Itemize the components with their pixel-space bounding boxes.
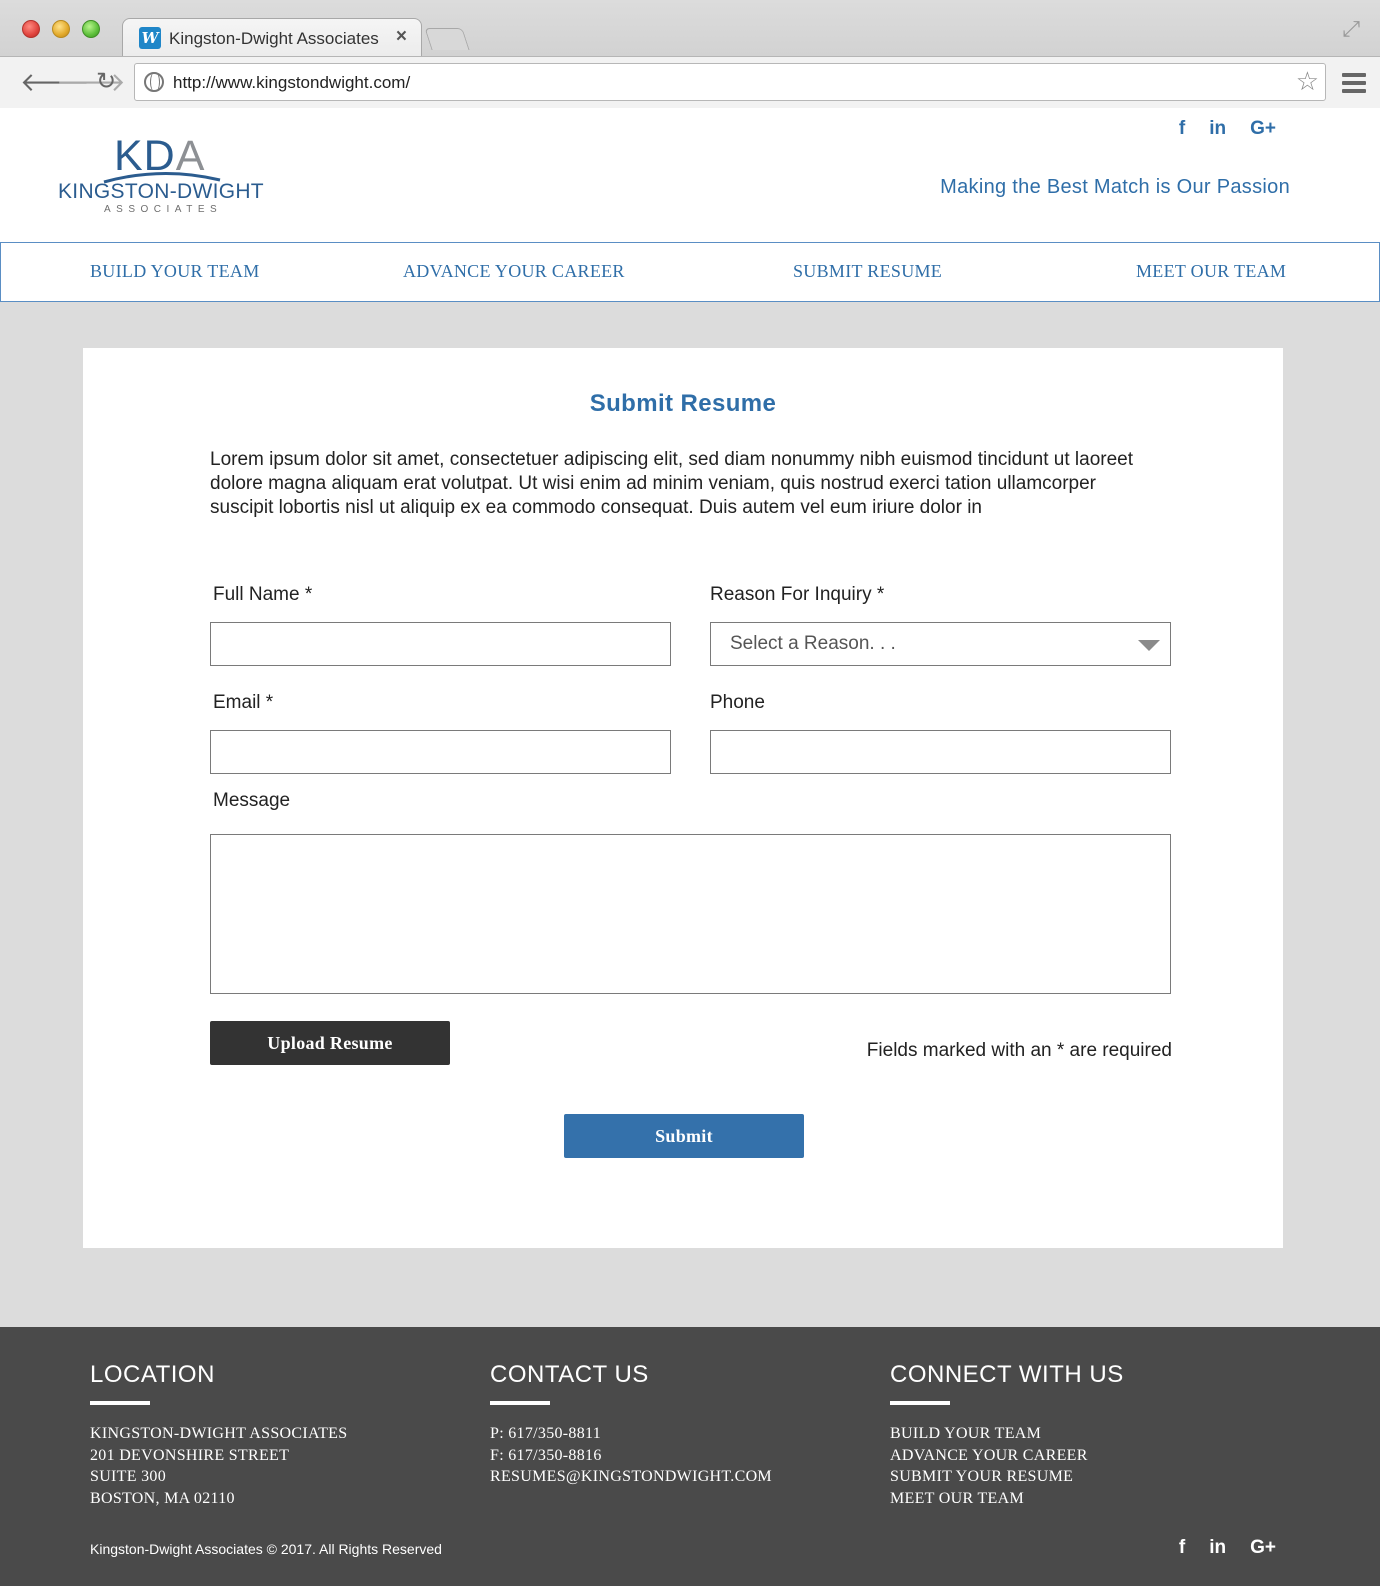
address-line: SUITE 300: [90, 1468, 167, 1485]
message-label: Message: [213, 790, 291, 811]
address-line: BOSTON, MA 02110: [90, 1489, 235, 1507]
footer-social-links: f in G+: [1179, 1537, 1276, 1559]
email-input[interactable]: [211, 731, 670, 773]
connect-heading: CONNECT WITH US: [890, 1361, 1124, 1388]
heading-divider: [90, 1401, 150, 1405]
favicon-icon: W: [139, 27, 161, 49]
email-label: Email *: [213, 692, 274, 713]
linkedin-icon[interactable]: in: [1209, 1537, 1226, 1559]
phone-field[interactable]: [710, 730, 1171, 774]
location-heading: LOCATION: [90, 1361, 215, 1388]
close-tab-icon[interactable]: ×: [396, 26, 407, 48]
full-name-label: Full Name *: [213, 584, 313, 605]
footer-location: LOCATION KINGSTON-DWIGHT ASSOCIATES 201 …: [90, 1361, 450, 1509]
browser-toolbar: 🡐 🡒 ↻ http://www.kingstondwight.com/ ☆: [0, 56, 1380, 108]
close-window-button[interactable]: [22, 20, 40, 38]
reason-select-value: Select a Reason. . .: [730, 633, 896, 654]
tagline: Making the Best Match is Our Passion: [940, 176, 1290, 198]
main-nav: BUILD YOUR TEAM ADVANCE YOUR CAREER SUBM…: [0, 242, 1380, 302]
facebook-icon[interactable]: f: [1179, 118, 1185, 140]
new-tab-button[interactable]: [424, 28, 470, 50]
google-plus-icon[interactable]: G+: [1250, 118, 1276, 140]
browser-tab[interactable]: W Kingston-Dwight Associates ×: [122, 18, 422, 56]
reason-label: Reason For Inquiry *: [710, 584, 885, 605]
phone-input[interactable]: [711, 731, 1170, 773]
message-textarea[interactable]: [211, 835, 1170, 993]
footer-link-meet-our-team[interactable]: MEET OUR TEAM: [890, 1488, 1250, 1510]
copyright-text: Kingston-Dwight Associates © 2017. All R…: [90, 1541, 442, 1557]
zoom-window-button[interactable]: [82, 20, 100, 38]
nav-submit-resume[interactable]: SUBMIT RESUME: [793, 261, 942, 282]
fullscreen-icon[interactable]: ⤢: [1342, 16, 1360, 42]
logo-name: KINGSTON-DWIGHT: [58, 180, 264, 203]
fax-number: F: 617/350-8816: [490, 1446, 602, 1464]
required-fields-note: Fields marked with an * are required: [866, 1040, 1172, 1061]
address-bar[interactable]: http://www.kingstondwight.com/ ☆: [134, 63, 1326, 101]
contact-heading: CONTACT US: [490, 1361, 649, 1388]
header-social-links: f in G+: [1179, 118, 1276, 140]
email-link[interactable]: RESUMES@KINGSTONDWIGHT.COM: [490, 1466, 850, 1488]
nav-build-your-team[interactable]: BUILD YOUR TEAM: [90, 261, 260, 282]
google-plus-icon[interactable]: G+: [1250, 1537, 1276, 1559]
globe-icon: [144, 72, 164, 92]
footer-link-submit-your-resume[interactable]: SUBMIT YOUR RESUME: [890, 1466, 1250, 1488]
phone-label: Phone: [710, 692, 765, 713]
tab-title: Kingston-Dwight Associates: [169, 29, 379, 48]
chevron-down-icon: [1138, 640, 1160, 651]
nav-advance-your-career[interactable]: ADVANCE YOUR CAREER: [403, 261, 625, 282]
page-title: Submit Resume: [589, 390, 777, 417]
main-content: Submit Resume Lorem ipsum dolor sit amet…: [0, 302, 1380, 1327]
phone-number: P: 617/350-8811: [490, 1425, 602, 1442]
full-name-input[interactable]: [211, 623, 670, 665]
nav-meet-our-team[interactable]: MEET OUR TEAM: [1136, 261, 1286, 282]
site-footer: LOCATION KINGSTON-DWIGHT ASSOCIATES 201 …: [0, 1327, 1380, 1586]
linkedin-icon[interactable]: in: [1209, 118, 1226, 140]
intro-text: Lorem ipsum dolor sit amet, consectetuer…: [210, 449, 1134, 518]
address-line: 201 DEVONSHIRE STREET: [90, 1446, 290, 1464]
browser-chrome: W Kingston-Dwight Associates × ⤢ 🡐 🡒 ↻ h…: [0, 0, 1380, 108]
minimize-window-button[interactable]: [52, 20, 70, 38]
reason-select[interactable]: Select a Reason. . .: [710, 622, 1171, 666]
facebook-icon[interactable]: f: [1179, 1537, 1185, 1559]
footer-connect: CONNECT WITH US BUILD YOUR TEAM ADVANCE …: [890, 1361, 1250, 1509]
kda-logo[interactable]: KDA KINGSTON-DWIGHT ASSOCIATES: [56, 134, 271, 218]
site-header: KDA KINGSTON-DWIGHT ASSOCIATES f in G+ M…: [0, 108, 1380, 242]
heading-divider: [890, 1401, 950, 1405]
submit-button[interactable]: Submit: [564, 1114, 804, 1158]
browser-menu-icon[interactable]: [1342, 73, 1366, 93]
footer-link-advance-your-career[interactable]: ADVANCE YOUR CAREER: [890, 1445, 1250, 1467]
heading-divider: [490, 1401, 550, 1405]
full-name-field[interactable]: [210, 622, 671, 666]
reload-icon[interactable]: ↻: [96, 67, 116, 97]
bookmark-star-icon[interactable]: ☆: [1296, 66, 1319, 97]
url-text[interactable]: http://www.kingstondwight.com/: [173, 73, 410, 93]
message-field[interactable]: [210, 834, 1171, 994]
footer-contact: CONTACT US P: 617/350-8811 F: 617/350-88…: [490, 1361, 850, 1488]
resume-form-card: Submit Resume Lorem ipsum dolor sit amet…: [83, 348, 1283, 1248]
address-line: KINGSTON-DWIGHT ASSOCIATES: [90, 1425, 348, 1442]
upload-resume-button[interactable]: Upload Resume: [210, 1021, 450, 1065]
logo-subtitle: ASSOCIATES: [104, 204, 223, 215]
email-field[interactable]: [210, 730, 671, 774]
footer-link-build-your-team[interactable]: BUILD YOUR TEAM: [890, 1423, 1250, 1445]
